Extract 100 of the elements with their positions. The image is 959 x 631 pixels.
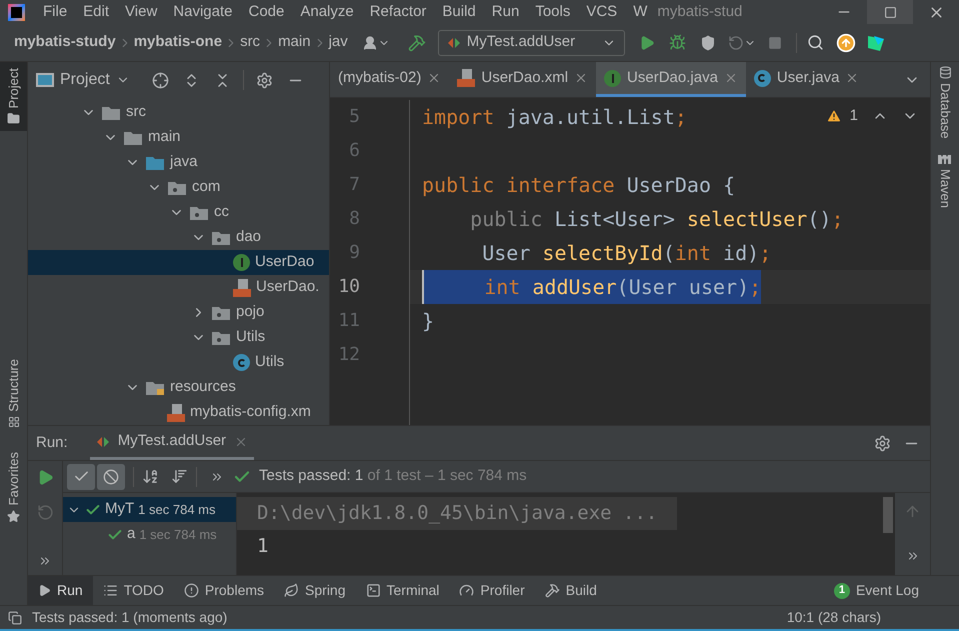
- interface-icon: [604, 70, 622, 86]
- tool-tab[interactable]: Spring: [274, 576, 356, 605]
- settings-icon[interactable]: [256, 72, 273, 88]
- code-line: User selectById(int id);: [481, 240, 772, 267]
- editor-tab[interactable]: UserDao.xml: [481, 66, 568, 90]
- tree-item[interactable]: cc: [28, 200, 329, 225]
- folder-icon: [101, 104, 121, 120]
- gauge-icon: [459, 583, 474, 598]
- test-time: 1 sec 784 ms: [138, 500, 216, 519]
- tool-tab[interactable]: Run: [28, 576, 93, 605]
- menu-item[interactable]: Code: [240, 0, 292, 24]
- check-icon[interactable]: [67, 464, 95, 490]
- folder-icon: [145, 154, 165, 170]
- test-name: MyT: [105, 499, 134, 520]
- breadcrumb[interactable]: src: [240, 31, 260, 54]
- xml-file-icon: [233, 278, 251, 296]
- line-number: 8: [348, 207, 361, 231]
- tree-item[interactable]: mybatis-config.xm: [28, 400, 329, 425]
- test-item[interactable]: a 1 sec 784 ms: [63, 522, 236, 547]
- menu-item[interactable]: W: [625, 0, 656, 24]
- user-icon[interactable]: [362, 34, 390, 50]
- hammer-icon: [544, 583, 560, 598]
- sort-duration-icon[interactable]: [171, 468, 188, 485]
- structure-icon: [8, 416, 20, 428]
- scrollbar-thumb[interactable]: [883, 497, 893, 533]
- line-number: 6: [348, 139, 361, 163]
- tree-item[interactable]: java: [28, 150, 329, 175]
- tool-window-tab[interactable]: Favorites: [0, 446, 27, 529]
- menu-item[interactable]: Run: [484, 0, 528, 24]
- leaf-icon: [284, 583, 300, 598]
- search-icon[interactable]: [806, 34, 824, 51]
- test-item[interactable]: MyT 1 sec 784 ms: [63, 497, 236, 522]
- tree-item[interactable]: main: [28, 125, 329, 150]
- play-icon[interactable]: [638, 34, 655, 50]
- panel-title[interactable]: Project: [60, 68, 110, 92]
- console-line: 1: [256, 534, 270, 559]
- breadcrumb[interactable]: mybatis-one: [134, 31, 222, 54]
- maven-icon: [937, 152, 953, 165]
- tool-tab[interactable]: TODO: [92, 576, 174, 605]
- menu-item[interactable]: VCS: [578, 0, 626, 24]
- editor-tab[interactable]: (mybatis-02): [338, 66, 422, 90]
- crosshair-icon[interactable]: [152, 72, 169, 88]
- terminal-icon: [366, 583, 380, 598]
- tree-item[interactable]: UserDao.: [28, 275, 329, 300]
- settings-icon[interactable]: [874, 434, 891, 452]
- resources-folder-icon: [145, 380, 165, 396]
- tool-tab[interactable]: Problems: [174, 576, 274, 605]
- tree-item[interactable]: resources: [28, 375, 329, 400]
- menu-item[interactable]: Navigate: [165, 0, 240, 24]
- menu-item[interactable]: Analyze: [292, 0, 362, 24]
- menu-item[interactable]: Refactor: [362, 0, 434, 24]
- event-log-tab[interactable]: 1 Event Log: [834, 580, 919, 601]
- tool-tab[interactable]: Terminal: [356, 576, 450, 605]
- console-tab[interactable]: MyTest.addUser: [118, 430, 226, 453]
- update-icon[interactable]: [836, 32, 856, 52]
- tool-window-tab[interactable]: Maven: [935, 152, 955, 208]
- test-summary: Tests passed: 1 of 1 test – 1 sec 784 ms: [259, 466, 527, 486]
- warning-icon: [826, 108, 842, 124]
- menu-item[interactable]: Edit: [75, 0, 118, 24]
- tree-item[interactable]: dao: [28, 225, 329, 250]
- caret-position[interactable]: 10:1 (28 chars): [786, 607, 881, 628]
- tool-tab[interactable]: Build: [534, 576, 607, 605]
- package-icon: [167, 180, 187, 196]
- tree-item[interactable]: src: [28, 100, 329, 125]
- warning-count[interactable]: 1: [850, 106, 858, 126]
- editor-tab[interactable]: User.java: [776, 66, 840, 90]
- tool-window-tab[interactable]: Project: [0, 62, 27, 132]
- tool-window-tab[interactable]: Database: [935, 66, 955, 139]
- menu-item[interactable]: Tools: [527, 0, 578, 24]
- package-icon: [211, 330, 231, 346]
- bug-icon[interactable]: [668, 34, 686, 51]
- breadcrumb[interactable]: mybatis-study: [14, 31, 116, 54]
- code-line: public List<User> selectUser();: [469, 206, 844, 233]
- tree-item[interactable]: Utils: [28, 350, 329, 375]
- tool-tab[interactable]: Profiler: [449, 576, 535, 605]
- tree-item[interactable]: UserDao: [28, 250, 329, 275]
- sort-alphabetical-icon[interactable]: [142, 468, 159, 485]
- ban-icon[interactable]: [97, 464, 125, 490]
- xml-file-icon: [167, 404, 185, 422]
- test-config-icon: [96, 436, 110, 448]
- list-icon: [102, 583, 118, 598]
- line-number: 11: [337, 309, 361, 333]
- folder-icon: [123, 130, 143, 146]
- breadcrumb[interactable]: main: [278, 31, 311, 54]
- menu-item[interactable]: File: [35, 0, 76, 24]
- tree-item[interactable]: Utils: [28, 325, 329, 350]
- package-icon: [211, 230, 231, 246]
- breadcrumb[interactable]: jav: [328, 31, 348, 54]
- tree-item[interactable]: pojo: [28, 300, 329, 325]
- line-number: 10: [337, 275, 361, 299]
- maximize-icon[interactable]: [884, 6, 896, 18]
- test-config-icon: [446, 36, 461, 48]
- package-icon: [211, 304, 231, 320]
- menu-item[interactable]: View: [117, 0, 166, 24]
- menu-item[interactable]: Build: [434, 0, 484, 24]
- hammer-icon[interactable]: [408, 34, 426, 52]
- tool-window-tab[interactable]: Structure: [0, 353, 27, 434]
- folder-icon: [7, 112, 20, 126]
- code-line: }: [422, 308, 434, 335]
- tree-item[interactable]: com: [28, 175, 329, 200]
